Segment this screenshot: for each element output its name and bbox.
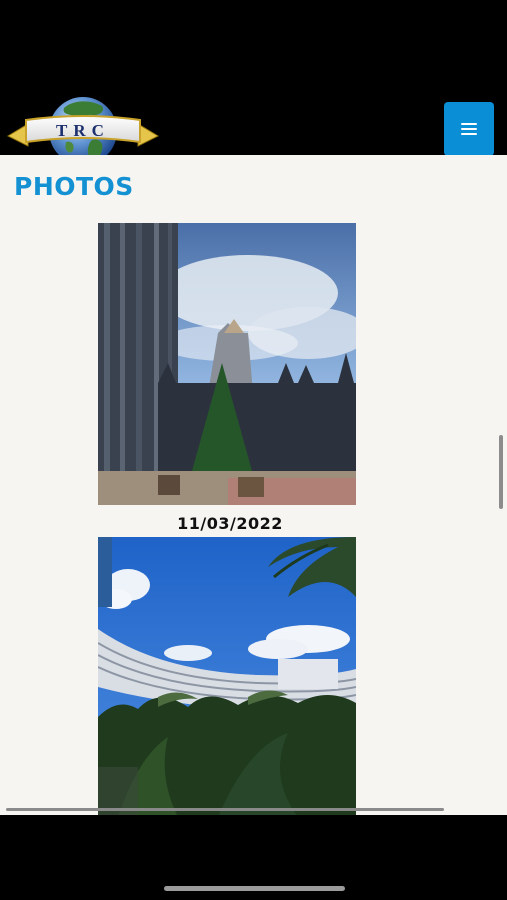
main-content[interactable]: PHOTOS 11/03/2022 [0, 155, 507, 815]
logo-text: TRC [56, 121, 110, 140]
photo-date-caption: 11/03/2022 [177, 514, 283, 533]
horizontal-scrollbar[interactable] [6, 808, 444, 811]
menu-button[interactable] [444, 102, 494, 156]
photo-hotel-palms[interactable] [98, 537, 356, 815]
app-header: TRC [0, 0, 507, 165]
photo-city-tree[interactable] [98, 223, 356, 505]
system-navigation-bar [0, 815, 507, 900]
vertical-scrollbar[interactable] [499, 435, 503, 509]
hamburger-menu-icon [461, 123, 477, 135]
home-indicator[interactable] [164, 886, 345, 891]
page-title: PHOTOS [14, 172, 134, 201]
